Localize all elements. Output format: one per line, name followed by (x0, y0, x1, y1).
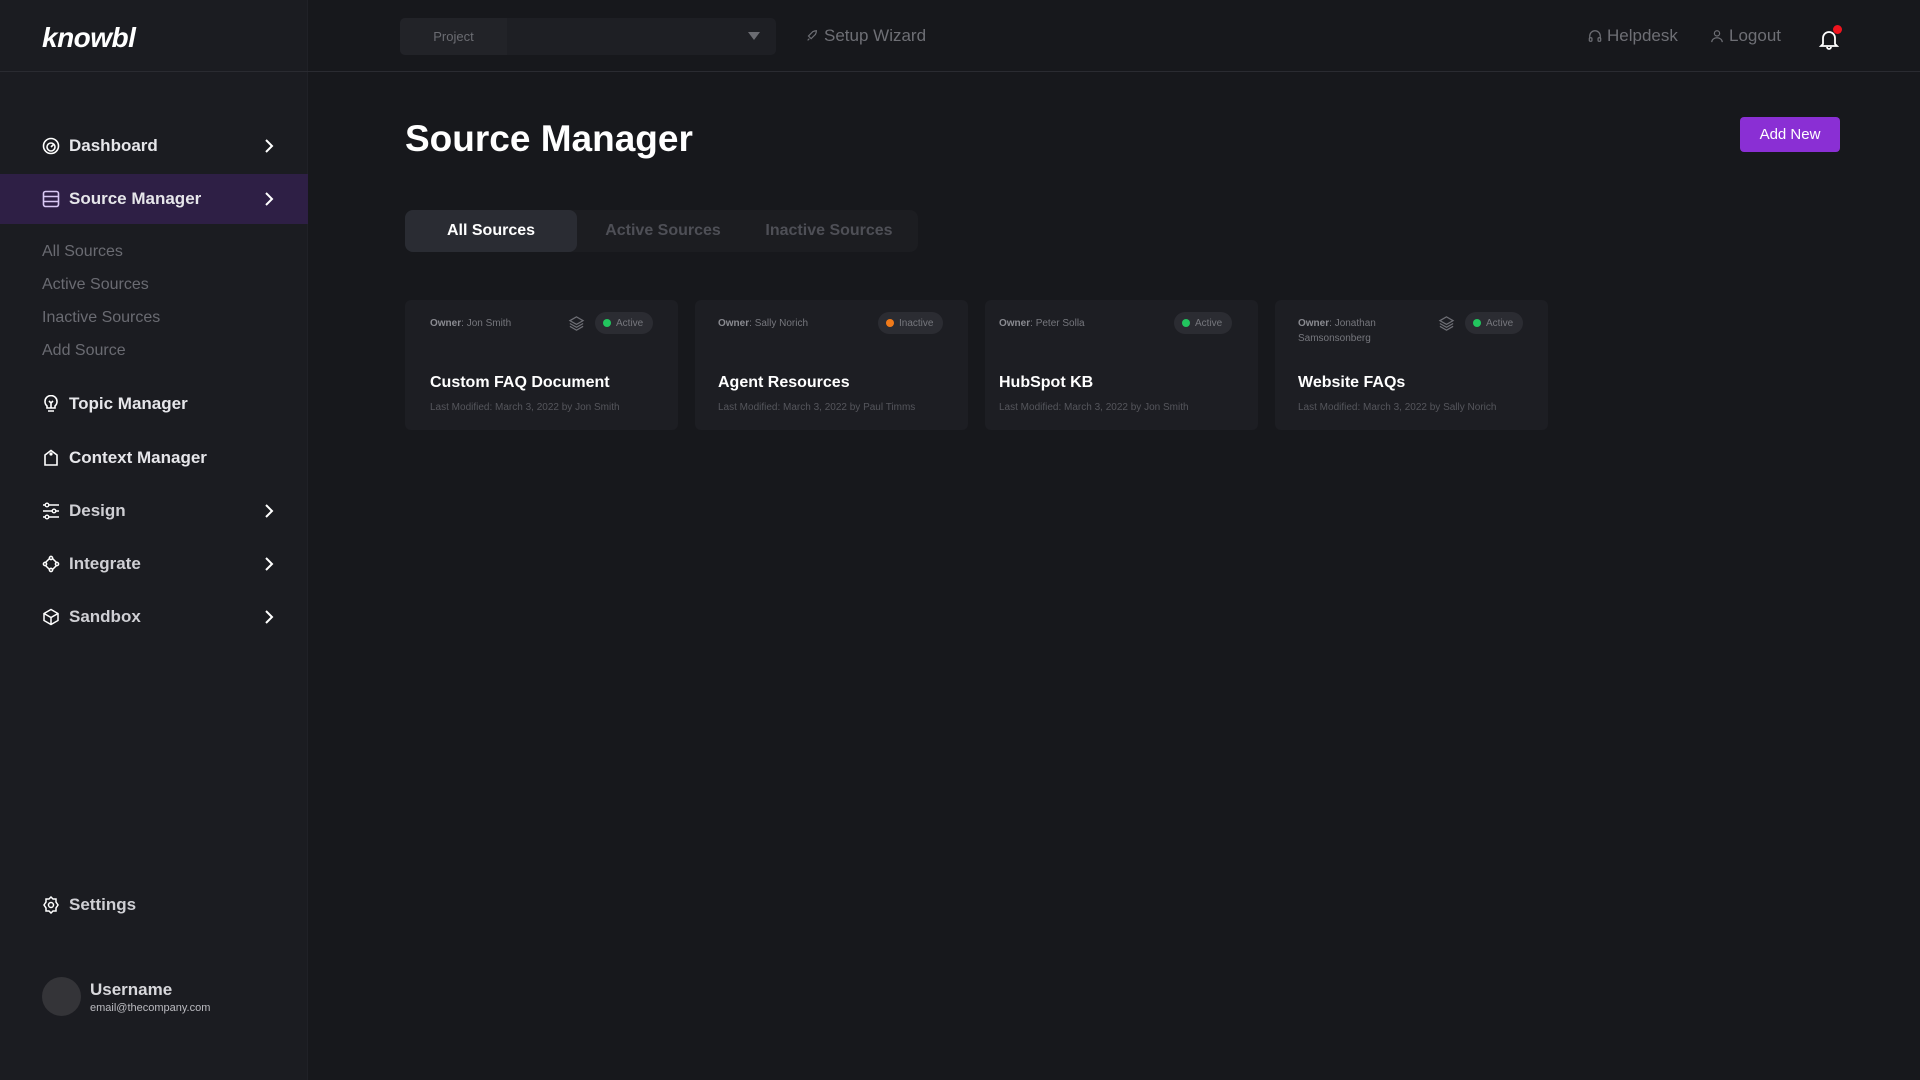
owner-label: Owner (718, 318, 750, 329)
sidebar-item-context-manager[interactable]: Context Manager (0, 433, 308, 483)
owner-name: Peter Solla (1035, 318, 1085, 329)
source-tabs: All Sources Active Sources Inactive Sour… (405, 210, 918, 252)
logout-label: Logout (1729, 26, 1781, 45)
sidebar-item-label: Topic Manager (69, 394, 188, 413)
chevron-right-icon (265, 504, 274, 518)
sidebar-item-label: Integrate (69, 554, 141, 573)
tab-all-sources[interactable]: All Sources (405, 210, 577, 252)
notification-dot (1833, 25, 1842, 34)
helpdesk-link[interactable]: Helpdesk (1588, 26, 1678, 46)
sidebar-subitem-all-sources[interactable]: All Sources (42, 243, 123, 261)
sidebar-item-label: Settings (69, 895, 137, 914)
status-dot (1182, 319, 1190, 327)
card-title: HubSpot KB (999, 374, 1094, 391)
sidebar-item-topic-manager[interactable]: Topic Manager (0, 379, 308, 429)
card-last-modified: Last Modified: March 3, 2022 by Jon Smit… (430, 402, 620, 413)
source-card[interactable]: Owner: Peter Solla Active HubSpot KB Las… (985, 300, 1258, 430)
sidebar-item-label: Sandbox (69, 607, 141, 626)
lightbulb-icon (42, 395, 60, 413)
logout-link[interactable]: Logout (1710, 26, 1781, 46)
status-dot (886, 319, 894, 327)
card-owner: Owner: Sally Norich (718, 318, 809, 329)
sidebar-item-settings[interactable]: Settings (0, 880, 308, 930)
setup-wizard-link[interactable]: Setup Wizard (805, 26, 926, 46)
card-owner: Owner: Jon Smith (430, 318, 512, 329)
status-label: Active (1195, 317, 1223, 329)
sliders-icon (42, 502, 60, 520)
card-owner: Owner: Jonathan Samsonsonberg (1298, 318, 1376, 344)
rocket-icon (807, 30, 817, 41)
owner-name: Sally Norich (754, 318, 809, 329)
sidebar-item-source-manager[interactable]: Source Manager (0, 174, 308, 224)
database-icon (42, 190, 60, 208)
status-badge: Inactive (878, 312, 944, 334)
status-label: Inactive (899, 317, 934, 329)
card-last-modified: Last Modified: March 3, 2022 by Sally No… (1298, 402, 1497, 413)
tab-inactive-sources[interactable]: Inactive Sources (749, 210, 909, 252)
status-dot (603, 319, 611, 327)
owner-name: Jon Smith (466, 318, 512, 329)
tag-icon (42, 449, 60, 467)
integrate-icon (42, 555, 60, 573)
notifications-button[interactable] (1818, 25, 1842, 50)
chevron-right-icon (265, 139, 274, 153)
source-card[interactable]: Owner: Jon Smith Active Custom FAQ Docum… (405, 300, 678, 430)
owner-label: Owner (999, 318, 1031, 329)
sidebar-subitem-active-sources[interactable]: Active Sources (42, 276, 149, 294)
user-icon (1711, 30, 1723, 43)
source-card[interactable]: Owner: Jonathan Samsonsonberg Active Web… (1275, 300, 1548, 430)
chevron-right-icon (265, 192, 274, 206)
gear-icon (42, 896, 60, 914)
setup-wizard-label: Setup Wizard (824, 26, 927, 45)
sidebar-item-label: Design (69, 501, 126, 520)
card-title: Agent Resources (718, 374, 850, 391)
card-owner: Owner: Peter Solla (999, 318, 1085, 329)
knowbl-logo[interactable]: knowbl (42, 22, 136, 54)
owner-label: Owner (1298, 318, 1330, 329)
sidebar-item-sandbox[interactable]: Sandbox (0, 592, 308, 642)
status-label: Active (616, 317, 644, 329)
sidebar-item-label: Source Manager (69, 189, 202, 208)
user-email: email@thecompany.com (90, 1002, 211, 1014)
add-new-button[interactable]: Add New (1740, 117, 1840, 152)
card-last-modified: Last Modified: March 3, 2022 by Jon Smit… (999, 402, 1189, 413)
sidebar-subitem-add-source[interactable]: Add Source (42, 342, 126, 360)
status-badge: Active (1465, 312, 1524, 334)
project-select[interactable]: Project (400, 18, 776, 55)
dashboard-gauge-icon (42, 137, 60, 155)
status-badge: Active (595, 312, 654, 334)
chevron-right-icon (265, 557, 274, 571)
sidebar-item-label: Context Manager (69, 448, 207, 467)
chevron-right-icon (265, 610, 274, 624)
sidebar-item-integrate[interactable]: Integrate (0, 539, 308, 589)
source-card[interactable]: Owner: Sally Norich Inactive Agent Resou… (695, 300, 968, 430)
avatar[interactable] (42, 977, 81, 1016)
tab-active-sources[interactable]: Active Sources (577, 210, 749, 252)
owner-label: Owner (430, 318, 462, 329)
sidebar-item-design[interactable]: Design (0, 486, 308, 536)
username: Username (90, 980, 173, 999)
project-select-label: Project (400, 18, 507, 55)
card-title: Custom FAQ Document (430, 374, 610, 391)
caret-down-icon (748, 32, 760, 40)
status-dot (1473, 319, 1481, 327)
cube-icon (42, 608, 60, 626)
sidebar-item-dashboard[interactable]: Dashboard (0, 121, 308, 171)
status-label: Active (1486, 317, 1514, 329)
sidebar-subitem-inactive-sources[interactable]: Inactive Sources (42, 309, 160, 327)
status-badge: Active (1174, 312, 1233, 334)
layers-icon (568, 316, 585, 331)
headset-icon (1588, 30, 1602, 42)
layers-icon (1438, 316, 1455, 331)
helpdesk-label: Helpdesk (1607, 26, 1678, 45)
card-title: Website FAQs (1298, 374, 1406, 391)
page-title: Source Manager (405, 118, 693, 159)
sidebar-item-label: Dashboard (69, 136, 158, 155)
card-last-modified: Last Modified: March 3, 2022 by Paul Tim… (718, 402, 916, 413)
